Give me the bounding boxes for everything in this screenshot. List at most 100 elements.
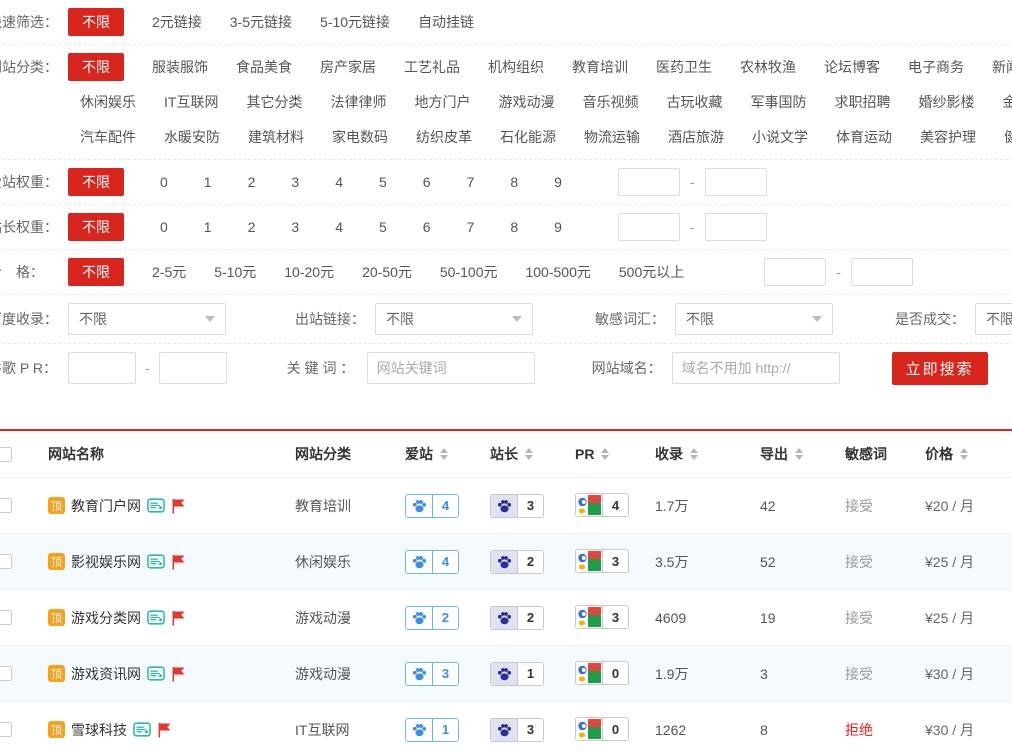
price-option[interactable]: 20-50元 bbox=[362, 258, 412, 286]
category-option[interactable]: 机构组织 bbox=[488, 53, 544, 81]
category-option[interactable]: 新闻媒体 bbox=[992, 53, 1012, 81]
chinaz-rank-badge[interactable]: 2 bbox=[490, 550, 544, 574]
category-option[interactable]: 石化能源 bbox=[500, 123, 556, 151]
site-info-card-icon[interactable] bbox=[147, 554, 165, 569]
category-option[interactable]: 工艺礼品 bbox=[404, 53, 460, 81]
category-option[interactable]: IT互联网 bbox=[164, 88, 218, 116]
aizhan-weight-option[interactable]: 5 bbox=[379, 168, 387, 196]
category-option[interactable]: 古玩收藏 bbox=[666, 88, 722, 116]
aizhan-weight-min-input[interactable] bbox=[618, 168, 680, 196]
row-checkbox[interactable] bbox=[0, 610, 12, 625]
chinaz-weight-option[interactable]: 6 bbox=[423, 213, 431, 241]
chinaz-weight-option[interactable]: 4 bbox=[335, 213, 343, 241]
aizhan-weight-option[interactable]: 7 bbox=[467, 168, 475, 196]
sort-arrows-icon[interactable] bbox=[960, 448, 968, 460]
chinaz-weight-max-input[interactable] bbox=[705, 213, 767, 241]
chinaz-weight-min-input[interactable] bbox=[618, 213, 680, 241]
site-info-card-icon[interactable] bbox=[147, 666, 165, 681]
row-checkbox[interactable] bbox=[0, 554, 12, 569]
category-option[interactable]: 健康养生 bbox=[1004, 123, 1012, 151]
google-pr-badge[interactable]: 3 bbox=[575, 549, 629, 573]
aizhan-rank-badge[interactable]: 4 bbox=[405, 494, 459, 518]
report-flag-icon[interactable] bbox=[171, 666, 185, 682]
column-header-incl[interactable]: 收录 bbox=[655, 444, 760, 464]
site-name-link[interactable]: 雪球科技 bbox=[71, 720, 127, 740]
chinaz-weight-option[interactable]: 8 bbox=[510, 213, 518, 241]
aizhan-weight-option[interactable]: 9 bbox=[554, 168, 562, 196]
category-option[interactable]: 体育运动 bbox=[836, 123, 892, 151]
category-option[interactable]: 地方门户 bbox=[414, 88, 470, 116]
price-option[interactable]: 2-5元 bbox=[152, 258, 186, 286]
report-flag-icon[interactable] bbox=[157, 722, 171, 738]
quick-filter-option[interactable]: 2元链接 bbox=[152, 8, 202, 36]
category-option[interactable]: 医药卫生 bbox=[656, 53, 712, 81]
price-option[interactable]: 500元以上 bbox=[619, 258, 684, 286]
price-min-input[interactable] bbox=[764, 258, 826, 286]
row-checkbox[interactable] bbox=[0, 666, 12, 681]
category-option[interactable]: 建筑材料 bbox=[248, 123, 304, 151]
price-max-input[interactable] bbox=[851, 258, 913, 286]
google-pr-badge[interactable]: 0 bbox=[575, 661, 629, 685]
category-option[interactable]: 食品美食 bbox=[236, 53, 292, 81]
quick-filter-option[interactable]: 3-5元链接 bbox=[230, 8, 292, 36]
sort-arrows-icon[interactable] bbox=[601, 448, 609, 460]
category-option[interactable]: 休闲娱乐 bbox=[80, 88, 136, 116]
aizhan-weight-option[interactable]: 2 bbox=[248, 168, 256, 196]
aizhan-rank-badge[interactable]: 2 bbox=[405, 606, 459, 630]
category-option[interactable]: 服装服饰 bbox=[152, 53, 208, 81]
sort-arrows-icon[interactable] bbox=[440, 448, 448, 460]
category-option[interactable]: 电子商务 bbox=[908, 53, 964, 81]
column-header-pr[interactable]: PR bbox=[575, 446, 655, 462]
chinaz-weight-option[interactable]: 2 bbox=[248, 213, 256, 241]
category-option[interactable]: 物流运输 bbox=[584, 123, 640, 151]
report-flag-icon[interactable] bbox=[171, 554, 185, 570]
site-name-link[interactable]: 教育门户网 bbox=[71, 496, 141, 516]
aizhan-weight-option[interactable]: 1 bbox=[204, 168, 212, 196]
aizhan-weight-max-input[interactable] bbox=[705, 168, 767, 196]
deal-status-select[interactable]: 不限 bbox=[975, 303, 1012, 335]
price-option[interactable]: 5-10元 bbox=[214, 258, 256, 286]
search-button[interactable]: 立即搜索 bbox=[892, 352, 988, 385]
category-option[interactable]: 音乐视频 bbox=[582, 88, 638, 116]
google-pr-min-input[interactable] bbox=[68, 352, 136, 384]
report-flag-icon[interactable] bbox=[171, 610, 185, 626]
category-option[interactable]: 水暖安防 bbox=[164, 123, 220, 151]
price-option[interactable]: 不限 bbox=[68, 258, 124, 286]
chinaz-weight-option[interactable]: 5 bbox=[379, 213, 387, 241]
keyword-input[interactable] bbox=[367, 352, 535, 384]
category-option[interactable]: 小说文学 bbox=[752, 123, 808, 151]
category-option[interactable]: 不限 bbox=[68, 53, 124, 81]
chinaz-weight-option[interactable]: 7 bbox=[467, 213, 475, 241]
chinaz-rank-badge[interactable]: 3 bbox=[490, 494, 544, 518]
aizhan-rank-badge[interactable]: 3 bbox=[405, 662, 459, 686]
sensitive-words-select[interactable]: 不限 bbox=[675, 303, 833, 335]
site-info-card-icon[interactable] bbox=[133, 722, 151, 737]
google-pr-badge[interactable]: 4 bbox=[575, 493, 629, 517]
aizhan-weight-option[interactable]: 3 bbox=[291, 168, 299, 196]
category-option[interactable]: 酒店旅游 bbox=[668, 123, 724, 151]
chinaz-rank-badge[interactable]: 1 bbox=[490, 662, 544, 686]
quick-filter-option[interactable]: 自动挂链 bbox=[418, 8, 474, 36]
row-checkbox[interactable] bbox=[0, 722, 12, 737]
site-info-card-icon[interactable] bbox=[147, 498, 165, 513]
category-option[interactable]: 房产家居 bbox=[320, 53, 376, 81]
column-header-out[interactable]: 导出 bbox=[760, 444, 845, 464]
domain-input[interactable] bbox=[672, 352, 840, 384]
google-pr-badge[interactable]: 3 bbox=[575, 605, 629, 629]
category-option[interactable]: 家电数码 bbox=[332, 123, 388, 151]
category-option[interactable]: 金融保险 bbox=[1002, 88, 1012, 116]
category-option[interactable]: 求职招聘 bbox=[834, 88, 890, 116]
category-option[interactable]: 法律律师 bbox=[330, 88, 386, 116]
aizhan-weight-option[interactable]: 0 bbox=[160, 168, 168, 196]
category-option[interactable]: 美容护理 bbox=[920, 123, 976, 151]
site-name-link[interactable]: 游戏分类网 bbox=[71, 608, 141, 628]
column-header-cz[interactable]: 站长 bbox=[490, 444, 575, 464]
baidu-included-select[interactable]: 不限 bbox=[68, 303, 226, 335]
chinaz-weight-option[interactable]: 9 bbox=[554, 213, 562, 241]
google-pr-badge[interactable]: 0 bbox=[575, 717, 629, 741]
quick-filter-option[interactable]: 5-10元链接 bbox=[320, 8, 390, 36]
category-option[interactable]: 论坛博客 bbox=[824, 53, 880, 81]
sort-arrows-icon[interactable] bbox=[795, 448, 803, 460]
column-header-az[interactable]: 爱站 bbox=[405, 444, 490, 464]
site-info-card-icon[interactable] bbox=[147, 610, 165, 625]
